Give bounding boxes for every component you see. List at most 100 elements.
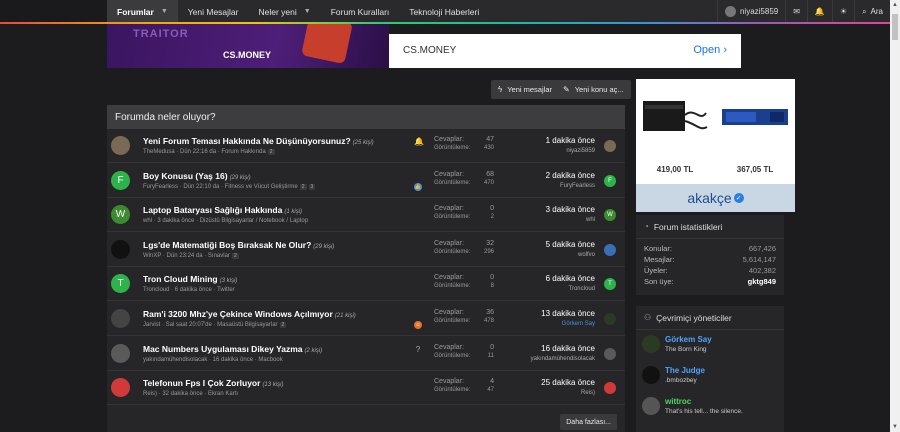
staff-member[interactable]: Görkem Say The Born King: [636, 330, 784, 361]
avatar[interactable]: [642, 335, 660, 353]
avatar[interactable]: [642, 366, 660, 384]
thread-row[interactable]: Mac Numbers Uygulaması Dikey Yazma (2 kiş…: [107, 337, 625, 371]
stat-row: Son üye: gktg849: [636, 276, 784, 287]
last-poster-avatar[interactable]: [604, 243, 616, 256]
avatar[interactable]: W: [111, 205, 130, 225]
thread-meta: WinXP · Dün 23:24 da · Sınavlar 2: [143, 252, 239, 259]
avatar[interactable]: [111, 309, 130, 328]
thread-row[interactable]: Telefonun Fps I Çok Zorluyor (13 kişi) Re…: [107, 371, 625, 406]
last-poster-avatar[interactable]: F: [604, 174, 616, 187]
last-post: 16 dakika önce yakındamühendisolacak: [531, 344, 595, 362]
last-poster[interactable]: yakındamühendisolacak: [531, 356, 595, 362]
last-poster-avatar[interactable]: T: [604, 278, 616, 291]
last-post-time[interactable]: 25 dakika önce: [541, 378, 595, 387]
last-post-time[interactable]: 16 dakika önce: [531, 344, 595, 353]
avatar[interactable]: [111, 239, 130, 259]
last-poster[interactable]: wolfvo: [546, 252, 595, 258]
alerts-icon[interactable]: 🔔: [806, 0, 832, 23]
last-poster-avatar[interactable]: [604, 347, 616, 360]
thread-meta-text: yakındamühendisolacak · 16 dakika önce ·…: [143, 356, 283, 363]
banner-open-link[interactable]: Open ›: [693, 44, 727, 56]
ad-product-1[interactable]: 419,00 TL: [636, 79, 714, 184]
last-post-time[interactable]: 6 dakika önce: [546, 274, 595, 283]
last-post: 3 dakika önce whl: [546, 205, 595, 223]
last-post-time[interactable]: 13 dakika önce: [541, 309, 595, 318]
thread-row[interactable]: W Laptop Bataryası Sağlığı Hakkında (1 ki…: [107, 198, 625, 233]
page-link[interactable]: 2: [279, 322, 287, 328]
page-link[interactable]: 2: [299, 183, 307, 190]
scrollbar-thumb[interactable]: [892, 14, 898, 40]
last-poster[interactable]: Görkem Say: [541, 321, 595, 327]
ad-banner-right[interactable]: CS.MONEY Open ›: [389, 34, 741, 68]
last-post-time[interactable]: 5 dakika önce: [546, 240, 595, 249]
stat-value[interactable]: gktg849: [748, 277, 776, 286]
staff-name[interactable]: The Judge: [665, 366, 705, 375]
page-link[interactable]: 3: [308, 183, 316, 190]
avatar[interactable]: [111, 136, 130, 155]
ad-product-2[interactable]: 367,05 TL: [716, 79, 794, 184]
theme-toggle-icon[interactable]: ☀: [831, 0, 854, 23]
thread-title[interactable]: Yeni Forum Teması Hakkında Ne Düşünüyors…: [143, 136, 374, 146]
avatar[interactable]: [111, 378, 130, 398]
new-posts-button[interactable]: ϟ Yeni mesajlar: [491, 80, 559, 99]
thread-row[interactable]: Lgs'de Matematiği Boş Bıraksak Ne Olur?(…: [107, 233, 625, 267]
thread-title[interactable]: Tron Cloud Mining (3 kişi): [143, 274, 237, 284]
ad-banner-left[interactable]: TRAITOR CS.MONEY: [107, 24, 389, 68]
nav-tab-neler-yeni[interactable]: Neler yeni ▼: [249, 0, 321, 23]
new-thread-button[interactable]: ✎ Yeni konu aç...: [556, 80, 631, 99]
staff-member[interactable]: The Judge .bmbozbey: [636, 361, 784, 392]
nav-tab-yeni-mesajlar[interactable]: Yeni Mesajlar: [178, 0, 249, 23]
product-ad[interactable]: 419,00 TL 367,05 TL akakçe ✓: [636, 79, 795, 212]
page-scrollbar[interactable]: ▲ ▼: [890, 0, 900, 432]
avatar[interactable]: F: [111, 170, 130, 190]
avatar[interactable]: T: [111, 274, 130, 294]
last-poster-avatar[interactable]: [604, 313, 616, 325]
last-poster[interactable]: Reis): [541, 390, 595, 396]
last-poster[interactable]: whl: [546, 217, 595, 223]
last-poster[interactable]: niyazi5859: [546, 148, 595, 154]
last-poster-avatar[interactable]: [604, 140, 616, 152]
thread-row[interactable]: F Boy Konusu (Yaş 16) (29 kişi) FuryFearl…: [107, 164, 625, 198]
thread-title[interactable]: Lgs'de Matematiği Boş Bıraksak Ne Olur?(…: [143, 240, 334, 250]
thread-row[interactable]: T Tron Cloud Mining (3 kişi) Troncloud · …: [107, 267, 625, 302]
last-poster[interactable]: FuryFearless: [546, 183, 595, 189]
chevron-down-icon[interactable]: ▼: [304, 8, 311, 15]
scroll-down-arrow-icon[interactable]: ▼: [890, 424, 900, 430]
last-poster[interactable]: Troncloud: [546, 286, 595, 292]
search-button[interactable]: ⌕ Ara: [854, 0, 890, 23]
thread-title[interactable]: Ram'i 3200 Mhz'ye Çekince Windows Açılmı…: [143, 309, 356, 319]
views-count: 470: [483, 179, 494, 186]
avatar[interactable]: [642, 397, 660, 415]
page-link[interactable]: 2: [267, 149, 275, 155]
thread-title[interactable]: Telefonun Fps I Çok Zorluyor (13 kişi): [143, 378, 283, 388]
last-post-time[interactable]: 2 dakika önce: [546, 171, 595, 180]
staff-name[interactable]: Görkem Say: [665, 335, 712, 344]
thread-title[interactable]: Mac Numbers Uygulaması Dikey Yazma (2 kiş…: [143, 344, 322, 354]
thread-row[interactable]: Yeni Forum Teması Hakkında Ne Düşünüyors…: [107, 129, 625, 163]
staff-member[interactable]: wittroc That's his tell... the silence.: [636, 392, 784, 423]
thread-meta-text: whl · 3 dakika önce · Dizüstü Bilgisayar…: [143, 218, 309, 225]
thread-title[interactable]: Boy Konusu (Yaş 16) (29 kişi): [143, 171, 251, 181]
scroll-up-arrow-icon[interactable]: ▲: [890, 2, 900, 8]
bell-icon: 🔔: [414, 137, 424, 146]
nav-tab-teknoloji-haberleri[interactable]: Teknoloji Haberleri: [399, 0, 489, 23]
thread-title[interactable]: Laptop Bataryası Sağlığı Hakkında (1 kişi…: [143, 205, 302, 215]
last-poster-avatar[interactable]: W: [604, 209, 616, 222]
last-poster-avatar[interactable]: [604, 382, 616, 395]
stat-row: Üyeler: 402,382: [636, 265, 784, 276]
page-link[interactable]: 2: [231, 252, 239, 259]
nav-tab-forumlar[interactable]: Forumlar ▼: [107, 0, 178, 23]
staff-name[interactable]: wittroc: [665, 397, 691, 406]
chevron-down-icon[interactable]: ▼: [161, 8, 168, 15]
nav-tab-forum-kurallari[interactable]: Forum Kuralları: [321, 0, 400, 23]
avatar[interactable]: [111, 343, 130, 363]
akakce-logo[interactable]: akakçe ✓: [636, 184, 795, 212]
more-button[interactable]: Daha fazlası...: [560, 414, 617, 430]
account-menu[interactable]: niyazi5859: [716, 0, 785, 23]
last-post-time[interactable]: 3 dakika önce: [546, 205, 595, 214]
replies-count: 0: [490, 205, 494, 213]
inbox-icon[interactable]: ✉: [785, 0, 807, 23]
brand-name: akakçe: [687, 190, 732, 206]
last-post-time[interactable]: 1 dakika önce: [546, 136, 595, 145]
thread-row[interactable]: Ram'i 3200 Mhz'ye Çekince Windows Açılmı…: [107, 302, 625, 336]
